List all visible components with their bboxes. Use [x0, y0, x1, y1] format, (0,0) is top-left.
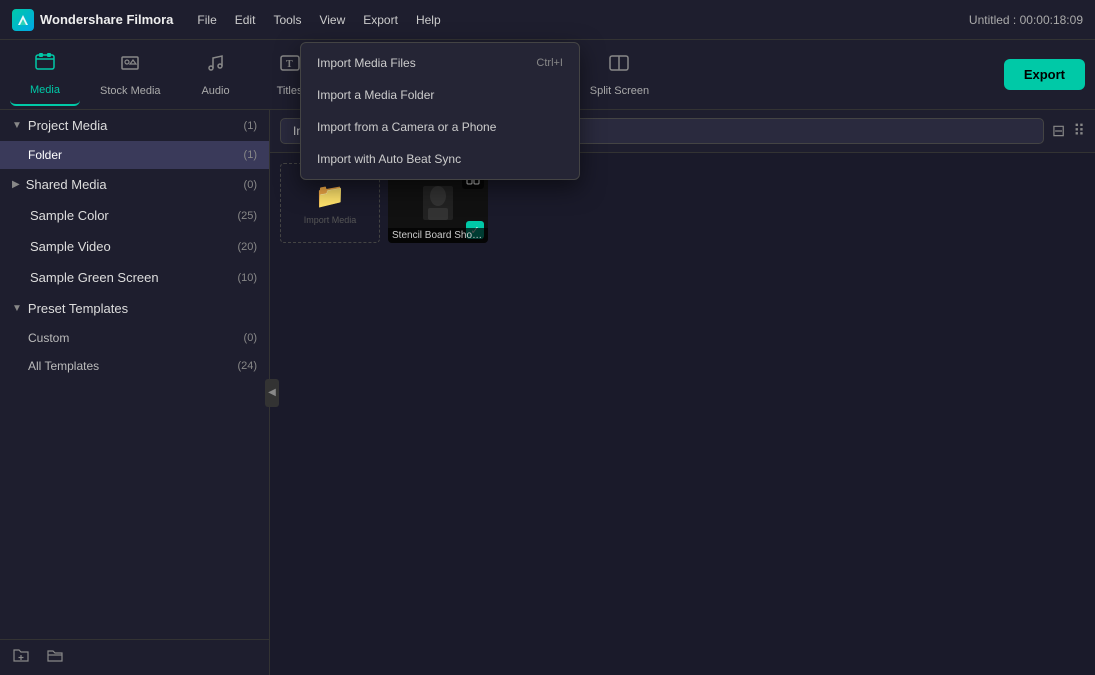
sidebar-section-shared-media[interactable]: ▶ Shared Media (0): [0, 169, 269, 200]
export-area: Export: [1004, 59, 1085, 90]
app-name: Wondershare Filmora: [40, 12, 173, 27]
expand-arrow-project-media: ▼: [12, 120, 22, 131]
menu-help[interactable]: Help: [416, 13, 441, 27]
tab-media-label: Media: [30, 84, 60, 96]
preset-templates-label: Preset Templates: [28, 301, 128, 316]
import-dropdown-menu: Import Media Files Ctrl+I Import a Media…: [300, 42, 580, 180]
sidebar-bottom: [0, 639, 269, 675]
expand-arrow-shared-media: ▶: [12, 179, 20, 190]
sidebar-section-project-media[interactable]: ▼ Project Media (1): [0, 110, 269, 141]
import-placeholder: 📁 Import Media: [304, 182, 357, 225]
top-bar: Wondershare Filmora File Edit Tools View…: [0, 0, 1095, 40]
audio-icon: [205, 52, 227, 80]
tab-audio-label: Audio: [201, 85, 229, 97]
dropdown-item-import-folder[interactable]: Import a Media Folder: [301, 79, 579, 111]
sidebar-section-left-sm: ▶ Shared Media: [12, 177, 107, 192]
shared-media-label: Shared Media: [26, 177, 107, 192]
stencil-label: Stencil Board Show A -N...: [388, 228, 488, 243]
stock-media-icon: [119, 52, 141, 80]
import-folder-label: Import a Media Folder: [317, 88, 434, 102]
titles-icon: T: [279, 52, 301, 80]
sidebar: ▼ Project Media (1) Folder (1) ▶ Shared …: [0, 110, 270, 675]
app-logo-icon: [12, 9, 34, 31]
all-templates-count: (24): [237, 360, 257, 372]
sidebar-section-left-sc: Sample Color: [12, 208, 109, 223]
project-media-count: (1): [244, 120, 257, 132]
tab-media[interactable]: Media: [10, 43, 80, 106]
sidebar-item-all-templates[interactable]: All Templates (24): [0, 352, 269, 380]
sidebar-item-custom[interactable]: Custom (0): [0, 324, 269, 352]
tab-split-screen[interactable]: Split Screen: [574, 44, 665, 105]
new-folder-icon[interactable]: [12, 646, 30, 669]
sidebar-item-folder[interactable]: Folder (1): [0, 141, 269, 169]
import-files-label: Import Media Files: [317, 56, 416, 70]
menu-tools[interactable]: Tools: [273, 13, 301, 27]
open-folder-icon[interactable]: [46, 646, 64, 669]
filter-icon[interactable]: ⊟: [1052, 121, 1065, 141]
import-media-label: Import Media: [304, 215, 357, 225]
import-big-icon: 📁: [315, 182, 345, 211]
sidebar-content: ▼ Project Media (1) Folder (1) ▶ Shared …: [0, 110, 269, 675]
sidebar-section-sample-color[interactable]: Sample Color (25): [0, 200, 269, 231]
dropdown-item-import-beat-sync[interactable]: Import with Auto Beat Sync: [301, 143, 579, 175]
project-media-label: Project Media: [28, 118, 107, 133]
sidebar-section-sample-video[interactable]: Sample Video (20): [0, 231, 269, 262]
menu-bar: File Edit Tools View Export Help: [197, 13, 440, 27]
tab-audio[interactable]: Audio: [181, 44, 251, 105]
sidebar-section-left-sgs: Sample Green Screen: [12, 270, 159, 285]
sample-video-label: Sample Video: [30, 239, 111, 254]
sample-green-screen-count: (10): [237, 272, 257, 284]
sample-green-screen-label: Sample Green Screen: [30, 270, 159, 285]
menu-edit[interactable]: Edit: [235, 13, 256, 27]
shared-media-count: (0): [244, 179, 257, 191]
dropdown-item-import-files[interactable]: Import Media Files Ctrl+I: [301, 47, 579, 79]
menu-view[interactable]: View: [319, 13, 345, 27]
sidebar-section-left: ▼ Project Media: [12, 118, 107, 133]
menu-export[interactable]: Export: [363, 13, 398, 27]
sidebar-section-left-sv: Sample Video: [12, 239, 111, 254]
menu-file[interactable]: File: [197, 13, 216, 27]
sample-video-count: (20): [237, 241, 257, 253]
content-area: Import ▾ Record ▾ 🔍 ⊟ ⠿ Import Media Fil…: [270, 110, 1095, 675]
sidebar-section-left-pt: ▼ Preset Templates: [12, 301, 128, 316]
custom-count: (0): [244, 332, 257, 344]
custom-label: Custom: [28, 331, 69, 345]
top-bar-left: Wondershare Filmora File Edit Tools View…: [12, 9, 441, 31]
svg-text:T: T: [286, 59, 293, 70]
sample-color-count: (25): [237, 210, 257, 222]
sample-color-label: Sample Color: [30, 208, 109, 223]
tab-split-screen-label: Split Screen: [590, 85, 649, 97]
import-camera-label: Import from a Camera or a Phone: [317, 120, 496, 134]
project-title: Untitled : 00:00:18:09: [969, 13, 1083, 27]
import-beat-sync-label: Import with Auto Beat Sync: [317, 152, 461, 166]
media-grid: 📁 Import Media: [270, 153, 1095, 675]
expand-arrow-preset-templates: ▼: [12, 303, 22, 314]
all-templates-label: All Templates: [28, 359, 99, 373]
media-icon: [34, 51, 56, 79]
toolbar-icons: ⊟ ⠿: [1052, 121, 1085, 141]
dropdown-item-import-camera[interactable]: Import from a Camera or a Phone: [301, 111, 579, 143]
main-area: ▼ Project Media (1) Folder (1) ▶ Shared …: [0, 110, 1095, 675]
sidebar-section-preset-templates[interactable]: ▼ Preset Templates: [0, 293, 269, 324]
export-button[interactable]: Export: [1004, 59, 1085, 90]
grid-view-icon[interactable]: ⠿: [1073, 121, 1085, 141]
tab-titles-label: Titles: [277, 85, 303, 97]
tab-stock-media[interactable]: Stock Media: [84, 44, 177, 105]
app-logo: Wondershare Filmora: [12, 9, 173, 31]
sidebar-collapse-handle[interactable]: ◀: [265, 379, 279, 407]
folder-label: Folder: [28, 148, 62, 162]
sidebar-section-sample-green-screen[interactable]: Sample Green Screen (10): [0, 262, 269, 293]
split-screen-icon: [608, 52, 630, 80]
tab-stock-label: Stock Media: [100, 85, 161, 97]
import-files-shortcut: Ctrl+I: [536, 57, 563, 69]
folder-count: (1): [244, 149, 257, 161]
